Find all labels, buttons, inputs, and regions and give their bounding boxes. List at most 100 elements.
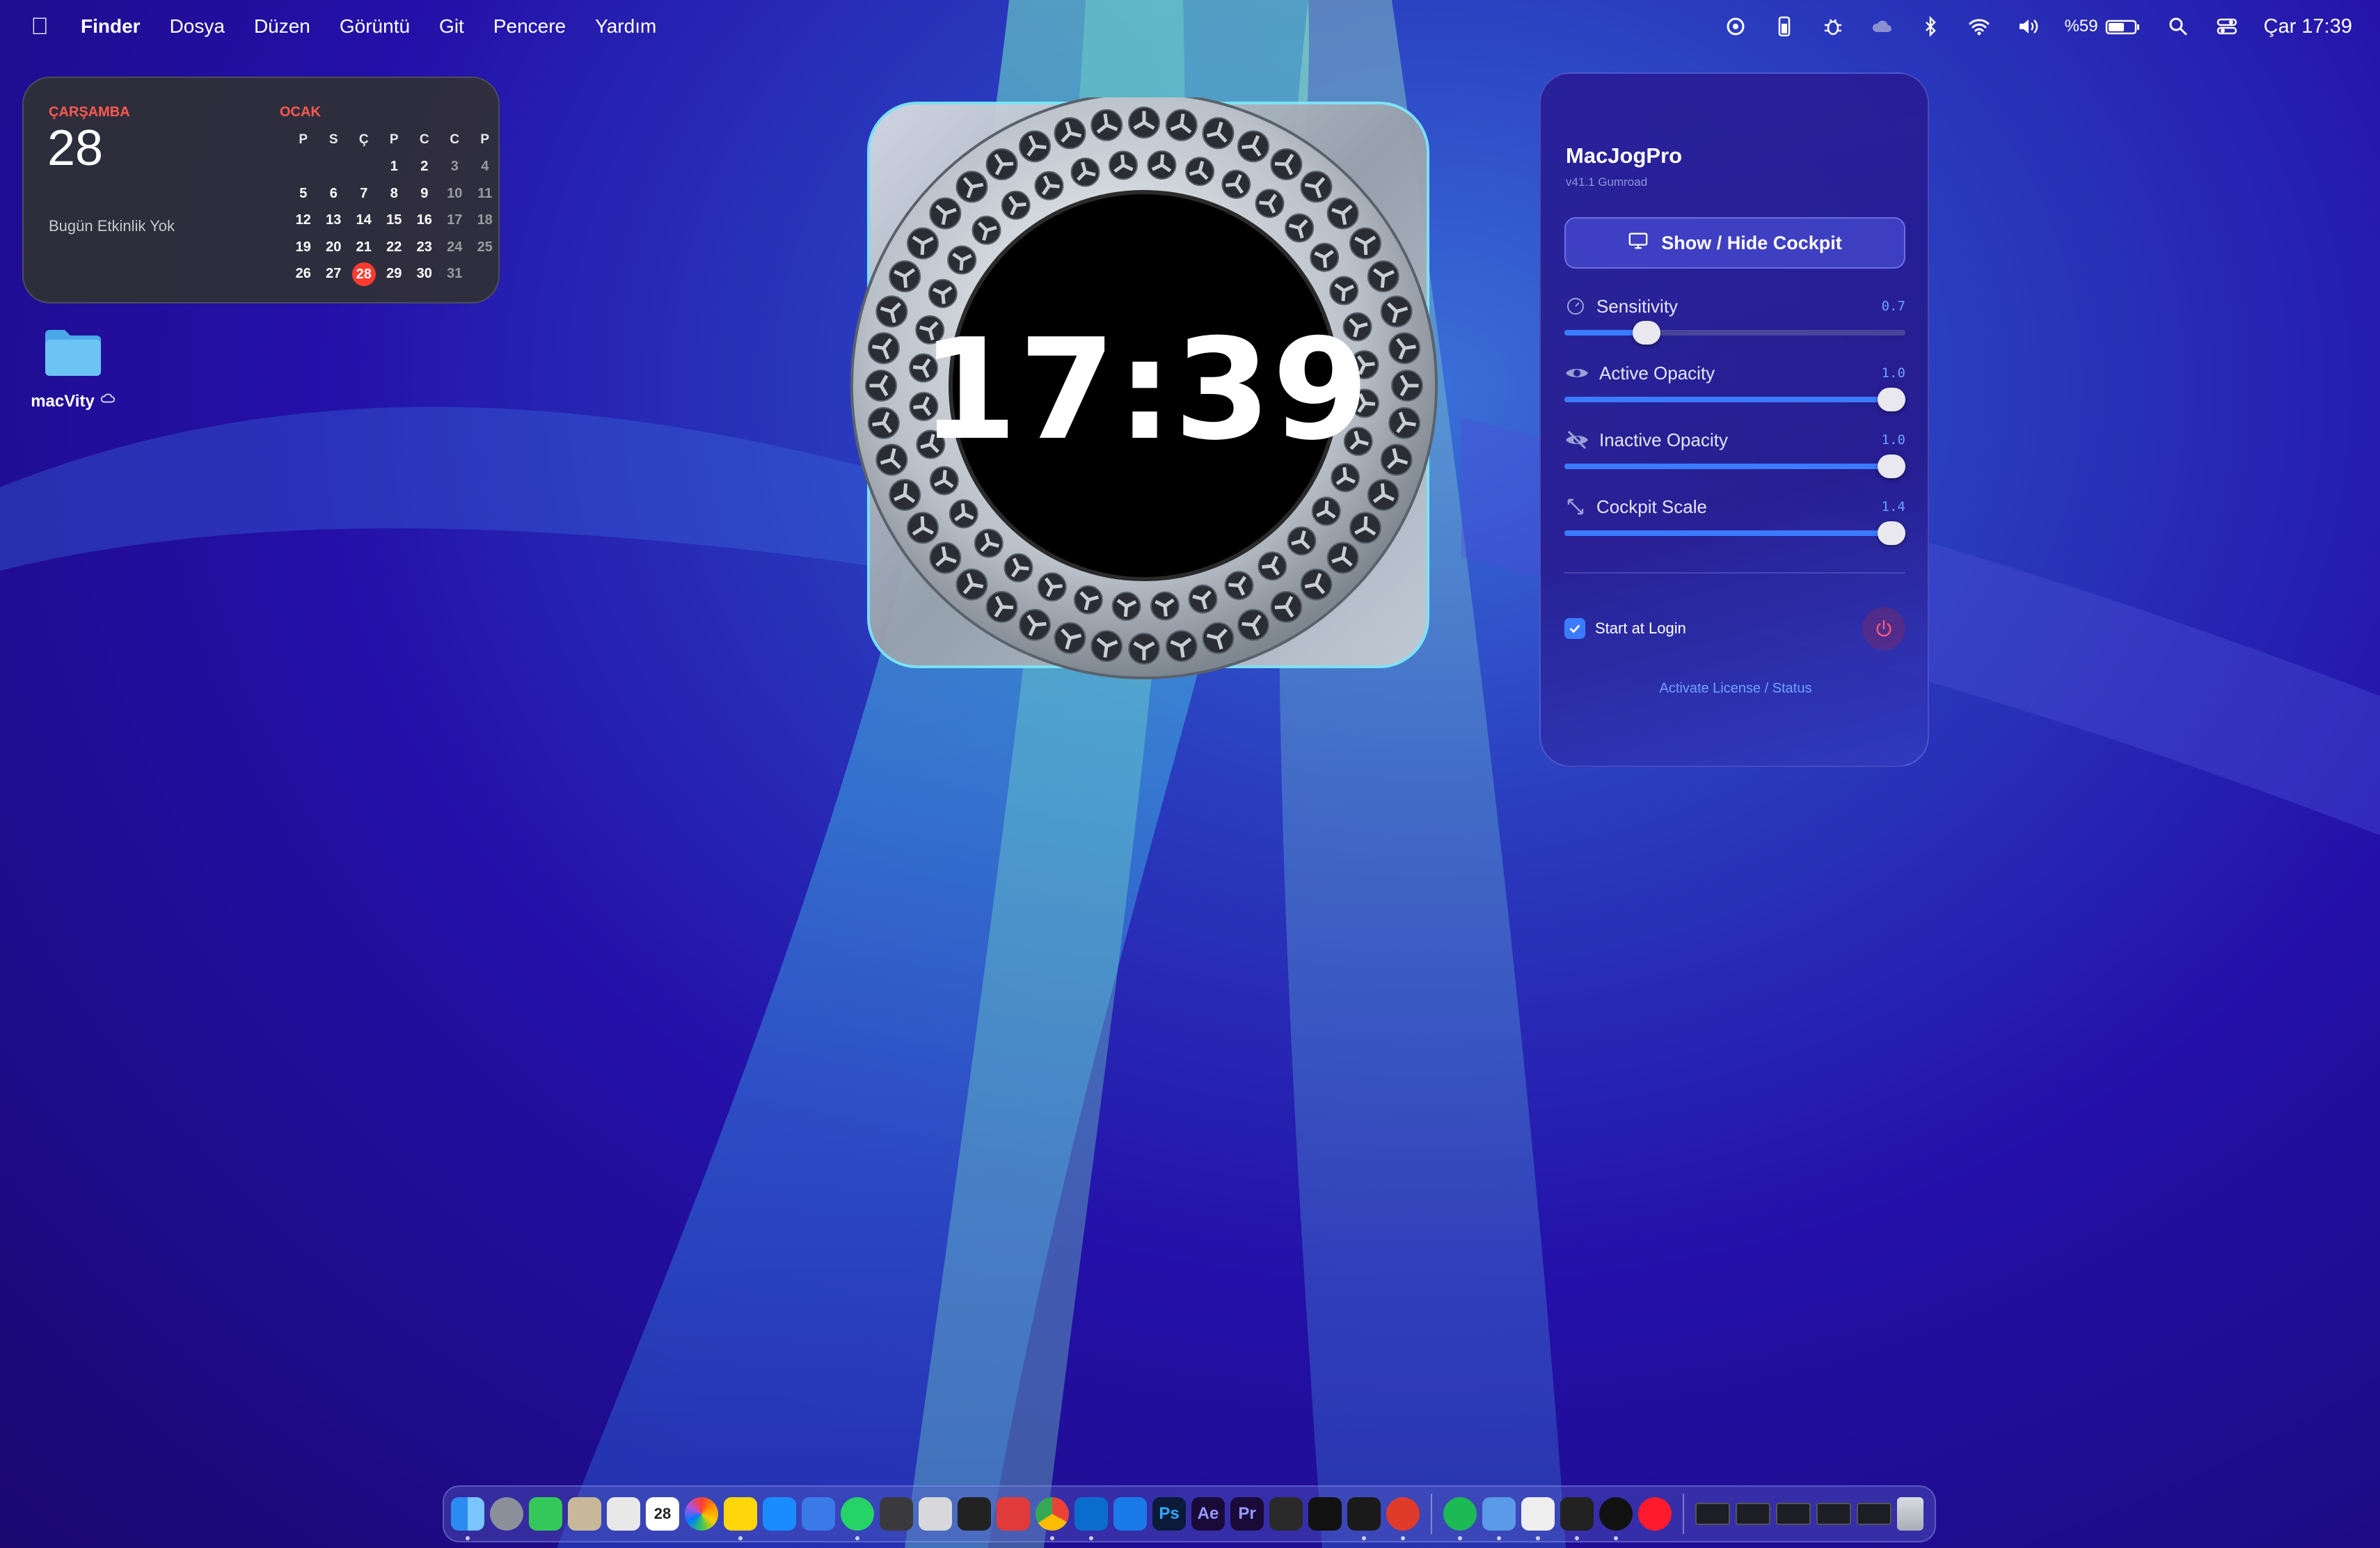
sensitivity-slider-knob[interactable] [1632, 321, 1660, 345]
dock-trash-icon[interactable] [1897, 1497, 1923, 1531]
dock-photos-icon[interactable] [685, 1497, 718, 1531]
jog-clock-widget[interactable]: 17:39 [849, 92, 1447, 696]
dock-grid-icon[interactable] [607, 1497, 640, 1531]
quit-power-button[interactable] [1862, 607, 1905, 650]
dock-chrome-icon[interactable] [1036, 1497, 1069, 1540]
dock-photoshop-icon[interactable]: Ps [1152, 1497, 1186, 1531]
bug-icon[interactable] [1821, 15, 1845, 38]
calendar-day-cell: 3 [450, 159, 459, 175]
battery-percent[interactable]: %59 [2065, 17, 2098, 36]
dock-xcode-icon[interactable] [1113, 1497, 1147, 1531]
dock-cast-icon[interactable] [1386, 1497, 1420, 1540]
calendar-weekday-header: P [480, 132, 490, 148]
eye-slash-icon [1564, 429, 1589, 451]
calendar-day-cell: 5 [299, 185, 308, 201]
active-opacity-slider-knob[interactable] [1878, 388, 1906, 411]
phone-battery-icon[interactable] [1772, 15, 1796, 38]
sensitivity-label: Sensitivity [1596, 295, 1679, 317]
dock-capcut-icon[interactable] [1308, 1497, 1342, 1531]
active-opacity-slider[interactable] [1564, 388, 1906, 411]
calendar-day-cell: 8 [390, 185, 398, 201]
dock-facetime-icon[interactable] [529, 1497, 562, 1531]
calendar-widget[interactable]: ÇARŞAMBA 28 Bugün Etkinlik Yok OCAK PSÇP… [22, 77, 500, 303]
dock-screen-icon[interactable] [1599, 1497, 1633, 1540]
cloud-icon[interactable] [1870, 15, 1894, 38]
dock-app-store-icon[interactable] [763, 1497, 796, 1531]
menubar-clock[interactable]: Çar 17:39 [2264, 15, 2352, 38]
menu-pencere[interactable]: Pencere [493, 15, 566, 38]
dock-a46-icon[interactable] [1521, 1497, 1555, 1540]
calendar-day-cell: 11 [477, 185, 493, 201]
menu-app-name[interactable]: Finder [81, 15, 141, 38]
calendar-today-cell: 28 [349, 262, 379, 286]
dock-terminal-icon[interactable] [1560, 1497, 1594, 1540]
active-opacity-label: Active Opacity [1599, 362, 1715, 384]
dock-separator-2 [1683, 1494, 1684, 1534]
dock-minimized-window-5[interactable] [1857, 1503, 1891, 1525]
calendar-weekday-header: P [299, 132, 308, 148]
dock-keyboard-icon[interactable] [958, 1497, 991, 1531]
bluetooth-icon[interactable] [1919, 15, 1942, 38]
show-hide-cockpit-button[interactable]: Show / Hide Cockpit [1564, 217, 1905, 269]
dock-minimized-window-1[interactable] [1695, 1503, 1730, 1525]
dock-minimized-window-3[interactable] [1776, 1503, 1811, 1525]
volume-icon[interactable] [2016, 15, 2040, 38]
cockpit-scale-slider-knob[interactable] [1878, 521, 1906, 545]
dock-finder-icon[interactable] [451, 1497, 484, 1540]
calendar-grid: P S Ç P C C P 1 2 3 4 5 6 7 8 9 10 11 12 13 14 15 16 17 18 19 20 21… [288, 127, 500, 287]
macjogpro-panel: MacJogPro v41.1 Gumroad Show / Hide Cock… [1539, 72, 1929, 767]
activate-license-link[interactable]: Activate License / Status [1541, 681, 1930, 697]
dock-spotify-icon[interactable] [1443, 1497, 1477, 1540]
calendar-day-cell: 31 [447, 266, 463, 282]
sensitivity-slider[interactable] [1564, 321, 1905, 345]
dock-vscode-icon[interactable] [1074, 1497, 1108, 1540]
dock-pdf-icon[interactable] [997, 1497, 1030, 1531]
dock-calendar-icon[interactable]: 28 [646, 1497, 679, 1531]
dock-premiere-icon[interactable]: Pr [1230, 1497, 1264, 1531]
menu-git[interactable]: Git [439, 15, 464, 38]
desktop-folder-macvity[interactable]: macVity [28, 327, 118, 411]
inactive-opacity-slider[interactable] [1564, 455, 1906, 478]
menu-dosya[interactable]: Dosya [170, 15, 225, 38]
calendar-weekday-header: C [419, 132, 429, 148]
calendar-day-cell: 4 [481, 159, 489, 175]
dock-opera-icon[interactable] [1638, 1497, 1672, 1531]
dock-minimized-window-2[interactable] [1736, 1503, 1770, 1525]
focus-icon[interactable] [1724, 15, 1747, 38]
calendar-day-cell: 20 [326, 239, 342, 255]
dock-activity-monitor-icon[interactable] [1347, 1497, 1381, 1540]
dock-preview-icon[interactable] [919, 1497, 952, 1531]
calendar-weekday-header: C [450, 132, 460, 148]
calendar-day-number: 28 [47, 120, 104, 176]
icloud-download-icon [100, 391, 116, 411]
dock-books-icon[interactable] [802, 1497, 835, 1531]
calendar-weekday-header: S [328, 132, 338, 148]
start-at-login-checkbox[interactable] [1564, 618, 1585, 639]
spotlight-icon[interactable] [2166, 15, 2190, 38]
menu-yardim[interactable]: Yardım [595, 15, 656, 38]
inactive-opacity-slider-knob[interactable] [1878, 455, 1906, 478]
menu-bar:  Finder Dosya Düzen Görüntü Git Pencere… [0, 0, 2380, 53]
dock-launchpad-icon[interactable] [490, 1497, 523, 1531]
apple-menu-icon[interactable]:  [28, 13, 51, 40]
dock-blender-icon[interactable] [1269, 1497, 1303, 1531]
dock-minimized-window-4[interactable] [1816, 1503, 1851, 1525]
menu-goruntu[interactable]: Görüntü [340, 15, 410, 38]
calendar-day-cell: 9 [420, 185, 429, 201]
calendar-month: OCAK [280, 104, 321, 120]
calendar-day-name: ÇARŞAMBA [49, 104, 130, 120]
dock-contacts-icon[interactable] [568, 1497, 601, 1531]
dock-whatsapp-icon[interactable] [841, 1497, 874, 1540]
dock-calculator-icon[interactable] [880, 1497, 913, 1531]
battery-icon[interactable] [2105, 15, 2141, 38]
control-center-icon[interactable] [2215, 15, 2239, 38]
dock-after-effects-icon[interactable]: Ae [1191, 1497, 1225, 1531]
dock-finder-face-icon[interactable] [1482, 1497, 1516, 1540]
calendar-day-cell: 18 [477, 212, 493, 228]
resize-arrows-icon [1564, 496, 1587, 518]
calendar-day-cell: 7 [360, 185, 368, 201]
cockpit-scale-slider[interactable] [1564, 521, 1906, 545]
dock-notes-icon[interactable] [724, 1497, 757, 1540]
menu-duzen[interactable]: Düzen [254, 15, 310, 38]
wifi-icon[interactable] [1967, 15, 1991, 38]
